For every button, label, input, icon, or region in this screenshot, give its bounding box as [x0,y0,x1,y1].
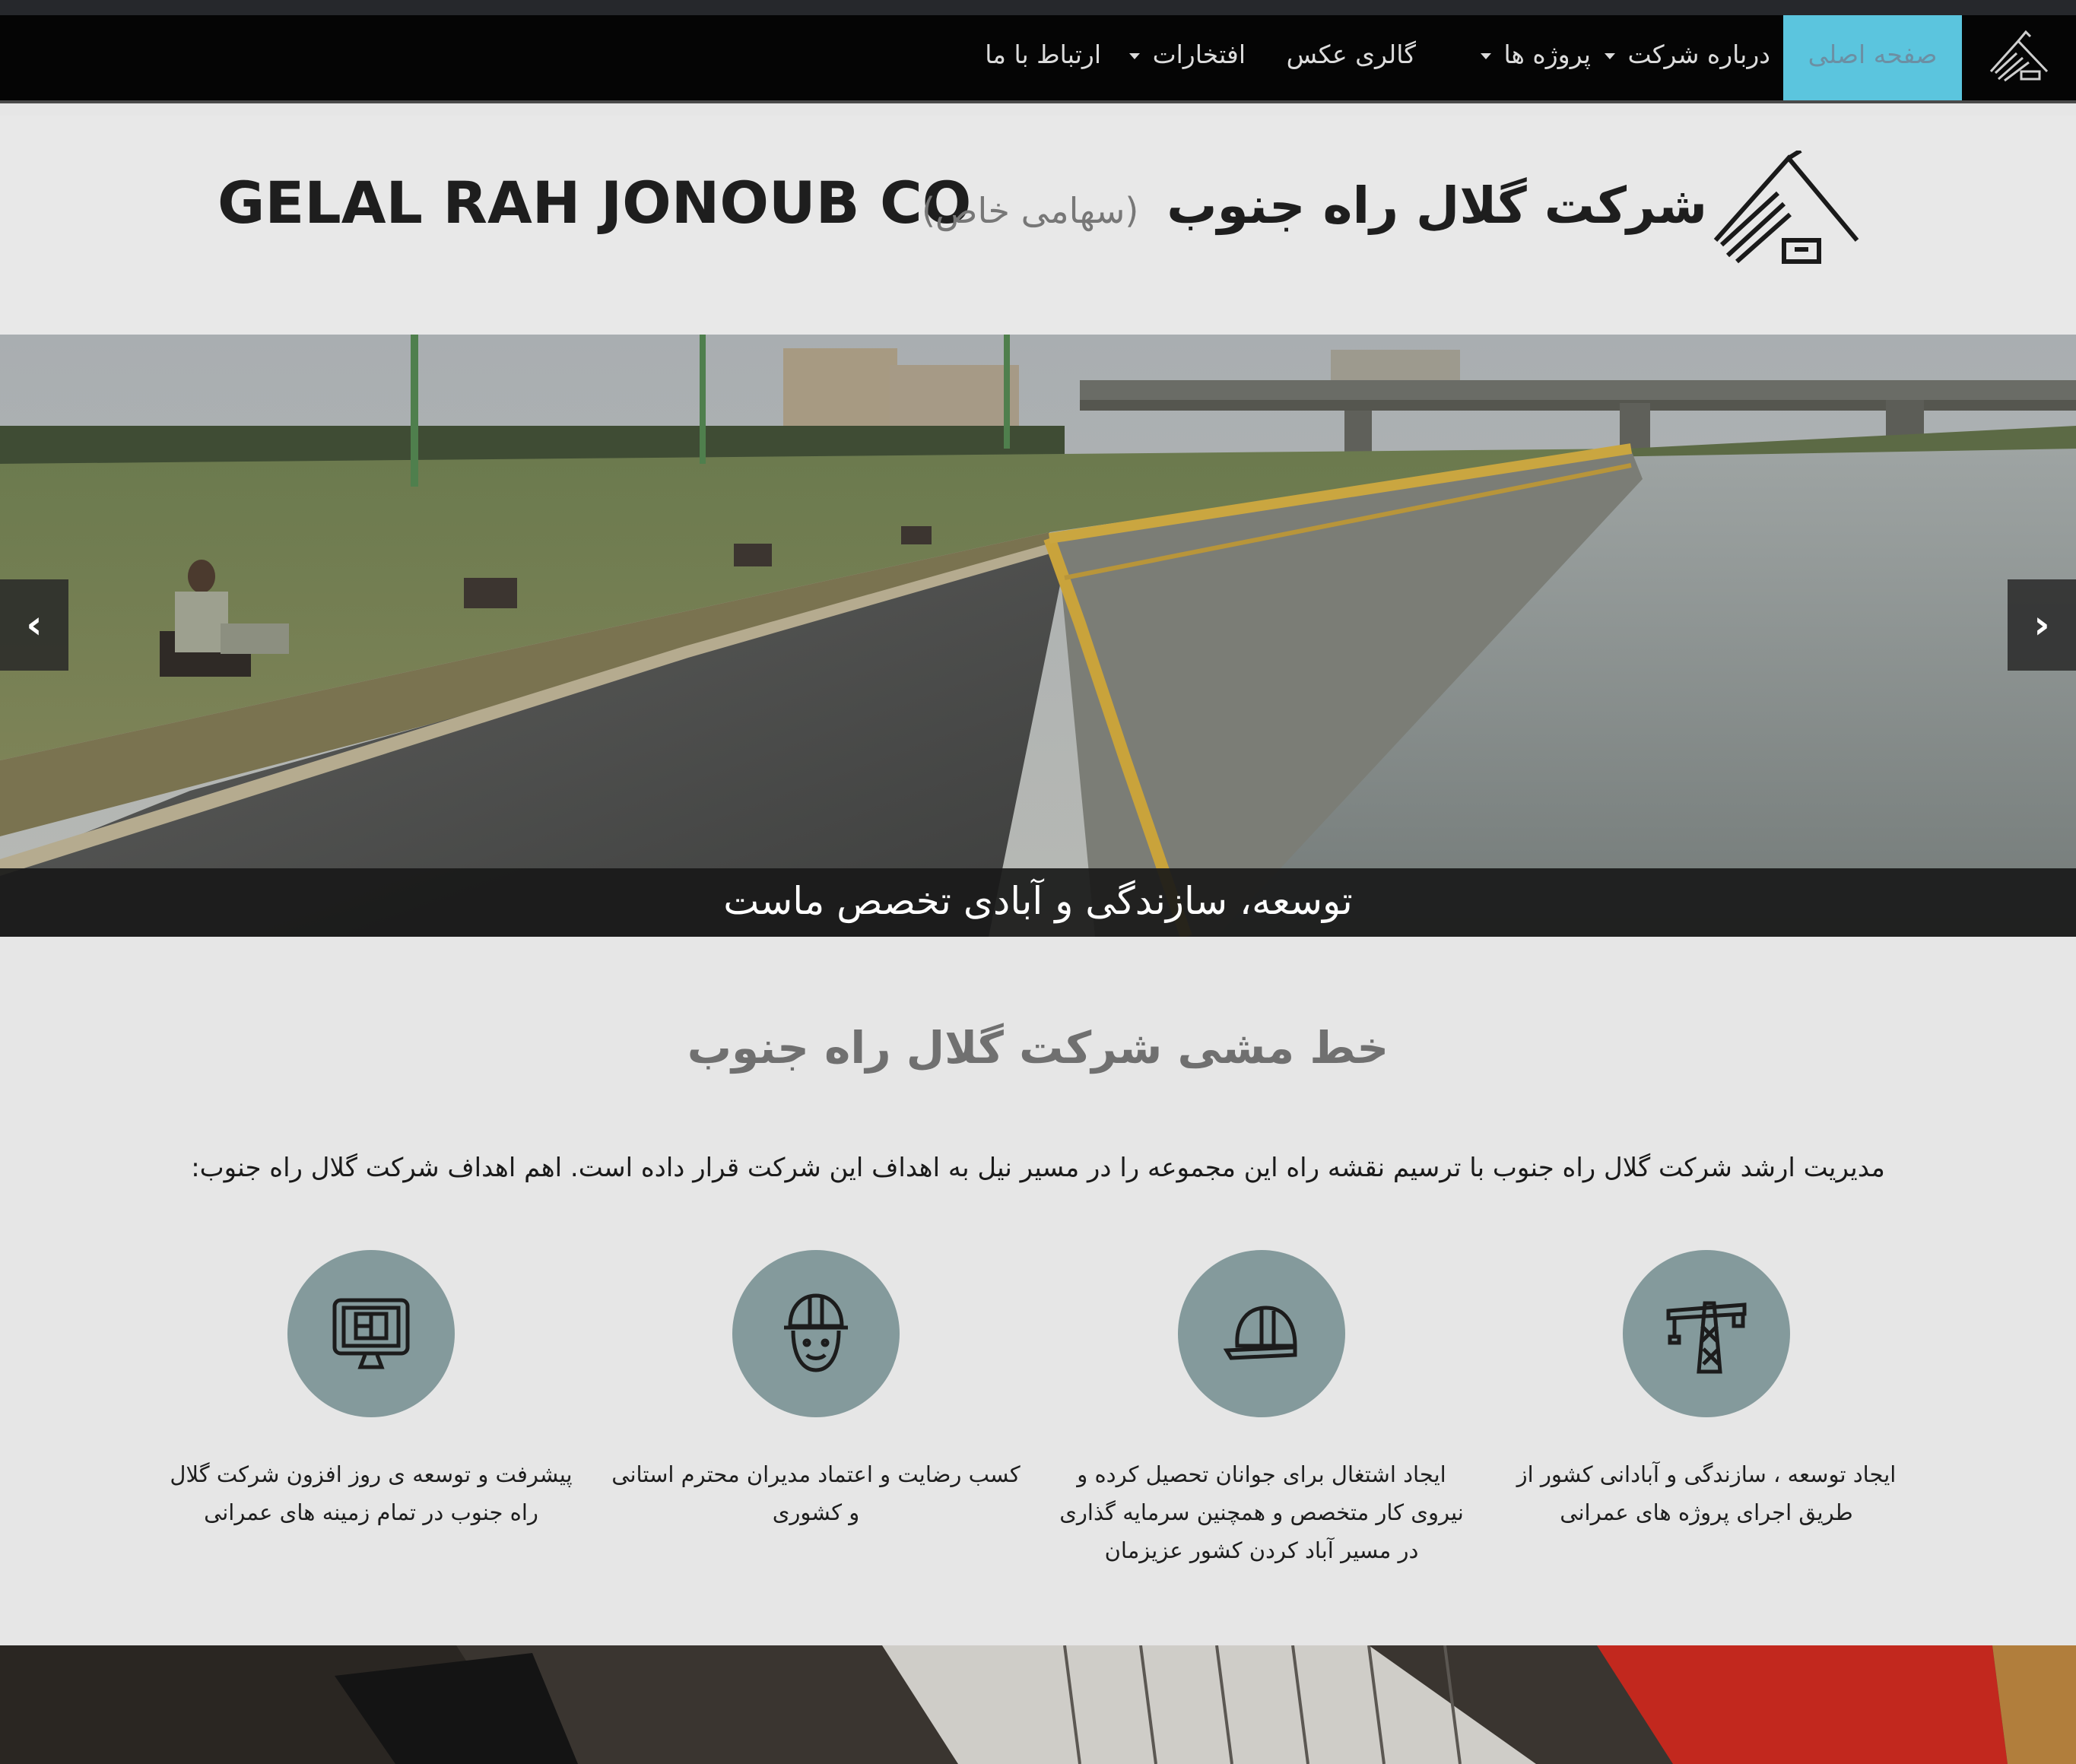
slider-caption: توسعه، سازندگی و آبادی تخصص ماست [0,868,2076,937]
worker-icon [784,1293,848,1372]
construction-photo [0,1645,2076,1764]
nav-home[interactable]: صفحه اصلی [1783,15,1962,100]
slider-next-button[interactable]: › [2008,579,2076,671]
chevron-down-icon [1129,52,1141,59]
brand-name-persian: شرکت گلال راه جنوب (سهامی خاص) [922,176,1707,235]
goal-icon-circle [287,1250,455,1417]
mission-title: خط مشی شرکت گلال راه جنوب [687,1022,1389,1074]
nav-contact[interactable]: ارتباط با ما [964,15,1101,100]
chevron-left-icon: ‹ [26,602,43,648]
nav-honors[interactable]: افتخارات [1124,15,1246,100]
brand-logo-icon [1713,151,1859,264]
crane-icon [1666,1301,1747,1374]
top-strip [0,0,2076,15]
hero-slider[interactable]: ‹ › توسعه، سازندگی و آبادی تخصص ماست [0,335,2076,937]
nav-about-label: درباره شرکت [1627,40,1770,69]
mission-intro-text: مدیریت ارشد شرکت گلال راه جنوب با ترسیم … [191,1153,1885,1183]
brand-name-english: GELAL RAH JONOUB CO [217,169,972,236]
company-logo-icon[interactable] [1983,26,2053,87]
nav-honors-label: افتخارات [1152,40,1246,69]
nav-home-label: صفحه اصلی [1808,40,1938,69]
nav-gallery-label: گالری عکس [1286,40,1416,69]
bottom-photo-section [0,1645,2076,1764]
nav-projects[interactable]: پروژه ها [1454,15,1591,100]
nav-contact-label: ارتباط با ما [985,40,1101,69]
goal-text: پیشرفت و توسعه ی روز افزون شرکت گلال راه… [170,1461,573,1525]
nav-about[interactable]: درباره شرکت [1604,15,1770,100]
main-navbar: صفحه اصلی درباره شرکت پروژه ها گالری عکس… [0,15,2076,103]
nav-projects-label: پروژه ها [1503,40,1591,69]
chevron-right-icon: › [2033,602,2050,648]
goal-text: ایجاد توسعه ، سازندگی و آبادانی کشور از … [1516,1461,1897,1525]
brand-name-persian-sub: (سهامی خاص) [921,190,1139,231]
slider-photo [0,335,2076,937]
goal-text: ایجاد اشتغال برای جوانان تحصیل کرده و نی… [1059,1461,1464,1563]
chevron-down-icon [1604,52,1615,59]
goal-icon-circle [732,1250,900,1417]
nav-gallery[interactable]: گالری عکس [1279,15,1416,100]
brand-name-persian-main: شرکت گلال راه جنوب [1167,176,1707,235]
slider-prev-button[interactable]: ‹ [0,579,68,671]
goal-icon-circle [1623,1250,1790,1417]
goal-text: کسب رضایت و اعتماد مدیران محترم استانی و… [611,1461,1021,1525]
chevron-down-icon [1480,52,1491,59]
blueprint-monitor-icon [332,1298,410,1369]
goal-icon-circle [1178,1250,1345,1417]
hardhat-icon [1223,1306,1297,1360]
